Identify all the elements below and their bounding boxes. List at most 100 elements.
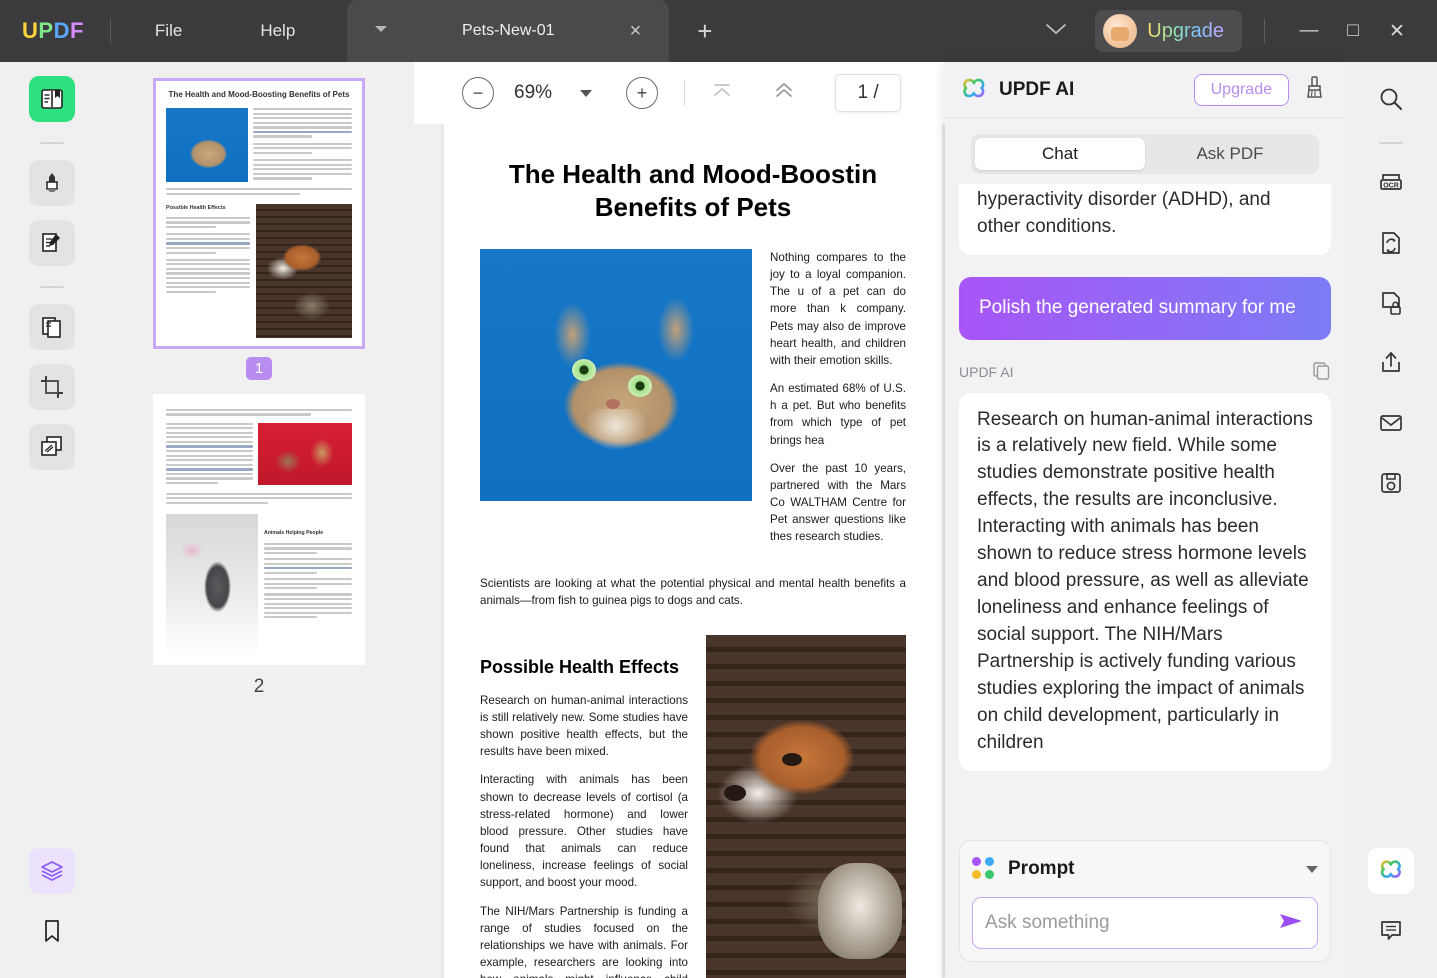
tab-title: Pets-New-01 [347, 22, 669, 40]
ai-upgrade-button[interactable]: Upgrade [1194, 74, 1289, 106]
tool-ocr[interactable]: OCR [1368, 160, 1414, 206]
tool-protect[interactable] [1368, 280, 1414, 326]
assistant-label-row: UPDF AI [959, 360, 1331, 385]
doc-paragraph: Interacting with animals has been shown … [480, 771, 688, 891]
prompt-dots-icon [972, 857, 996, 881]
new-tab-button[interactable]: + [697, 16, 712, 47]
document-tab[interactable]: Pets-New-01 × [347, 0, 669, 62]
sidebar-item-highlight[interactable] [29, 160, 75, 206]
assistant-message: kids who have autism, attention deficit … [959, 184, 1331, 255]
ai-message-list[interactable]: kids who have autism, attention deficit … [945, 184, 1345, 884]
thumb-title: The Health and Mood-Boosting Benefits of… [166, 89, 352, 101]
tab-chat[interactable]: Chat [975, 138, 1145, 170]
sidebar-item-crop[interactable] [29, 364, 75, 410]
page-up-icon[interactable] [773, 80, 795, 106]
copy-icon[interactable] [1311, 360, 1331, 385]
updf-ai-icon [959, 75, 989, 105]
layers-icon [39, 858, 65, 884]
ai-panel-header: UPDF AI Upgrade [945, 62, 1345, 118]
pdf-page-1: The Health and Mood-Boostin Benefits of … [444, 124, 942, 978]
book-reader-icon [39, 86, 65, 112]
sidebar-item-layers[interactable] [29, 848, 75, 894]
ai-panel: UPDF AI Upgrade Chat Ask PDF kids who ha… [945, 62, 1345, 978]
thumbnail-number-1: 1 [104, 357, 414, 380]
thumbnail-number-2: 2 [104, 673, 414, 701]
updf-logo: U P D F [22, 18, 84, 44]
tab-dropdown-icon[interactable] [375, 26, 387, 32]
logo-letter-p: P [38, 18, 53, 44]
doc-paragraph: The NIH/Mars Partnership is funding a ra… [480, 903, 688, 978]
jump-to-first-icon[interactable] [711, 80, 733, 106]
zoom-dropdown-icon[interactable] [580, 90, 592, 97]
maximize-button[interactable]: □ [1331, 20, 1375, 42]
zoom-out-button[interactable]: − [462, 77, 494, 109]
document-image-cat [480, 249, 752, 501]
tool-save[interactable] [1368, 460, 1414, 506]
logo-letter-f: F [70, 18, 84, 44]
thumbnail-page-2[interactable]: Animals Helping People [153, 394, 365, 665]
sidebar-item-edit[interactable] [29, 220, 75, 266]
page-title: The Health and Mood-Boostin Benefits of … [480, 158, 906, 223]
menu-file[interactable]: File [137, 15, 200, 47]
broom-clean-icon[interactable] [1303, 74, 1327, 105]
thumb-image-grey-cat [166, 514, 258, 654]
avatar [1103, 14, 1137, 48]
tool-comment[interactable] [1368, 908, 1414, 954]
thumb-image-cat [166, 108, 248, 182]
titlebar-right-group: Upgrade — □ ✕ [1045, 10, 1437, 52]
close-button[interactable]: ✕ [1375, 20, 1419, 43]
sidebar-item-redact[interactable] [29, 424, 75, 470]
chevron-down-icon[interactable] [1045, 21, 1067, 41]
search-input[interactable] [985, 912, 1269, 934]
thumb-image-dog-cat [256, 204, 352, 338]
prompt-label: Prompt [1008, 858, 1075, 880]
tool-ai[interactable] [1368, 848, 1414, 894]
ask-input-row[interactable] [972, 897, 1318, 949]
app-shell: The Health and Mood-Boosting Benefits of… [0, 62, 1437, 978]
logo-letter-d: D [54, 18, 70, 44]
page-copy-icon [39, 314, 65, 340]
share-upload-icon [1377, 349, 1405, 377]
thumbnail-panel[interactable]: The Health and Mood-Boosting Benefits of… [104, 62, 414, 978]
updf-ai-icon [1377, 857, 1405, 885]
close-icon[interactable]: × [630, 20, 642, 43]
document-image-dog-cat [706, 635, 906, 978]
sidebar-item-organize[interactable] [29, 304, 75, 350]
divider [110, 18, 111, 44]
tool-share[interactable] [1368, 340, 1414, 386]
menu-help[interactable]: Help [242, 15, 313, 47]
assistant-name: UPDF AI [959, 364, 1013, 380]
thumbnail-page-1[interactable]: The Health and Mood-Boosting Benefits of… [153, 78, 365, 349]
user-message: Polish the generated summary for me [959, 277, 1331, 340]
logo-letter-u: U [22, 18, 38, 44]
sidebar-item-bookmark[interactable] [29, 908, 75, 954]
tab-ask-pdf[interactable]: Ask PDF [1145, 138, 1315, 170]
divider [40, 286, 64, 288]
convert-document-icon [1377, 229, 1405, 257]
tool-email[interactable] [1368, 400, 1414, 446]
crop-icon [39, 374, 65, 400]
upgrade-button[interactable]: Upgrade [1095, 10, 1242, 52]
minimize-button[interactable]: — [1287, 20, 1331, 42]
svg-text:OCR: OCR [1383, 182, 1399, 189]
envelope-icon [1377, 409, 1405, 437]
prompt-box: Prompt [959, 840, 1331, 962]
page-number-input[interactable]: 1 / [835, 74, 901, 112]
zoom-in-button[interactable]: + [626, 77, 658, 109]
floppy-save-icon [1377, 469, 1405, 497]
bookmark-icon [40, 918, 64, 944]
prompt-header[interactable]: Prompt [972, 851, 1318, 887]
stack-pages-icon [39, 434, 65, 460]
doc-paragraph: An estimated 68% of U.S. h a pet. But wh… [770, 380, 906, 449]
chevron-down-icon[interactable] [1306, 866, 1318, 873]
tool-search[interactable] [1368, 76, 1414, 122]
marker-pen-icon [39, 170, 65, 196]
zoom-level: 69% [514, 82, 552, 104]
lock-document-icon [1377, 289, 1405, 317]
sidebar-item-reader[interactable] [29, 76, 75, 122]
tool-convert[interactable] [1368, 220, 1414, 266]
send-arrow-icon[interactable] [1277, 910, 1305, 937]
edit-document-icon [39, 230, 65, 256]
ai-tab-group: Chat Ask PDF [971, 134, 1319, 174]
left-toolbar [0, 62, 104, 978]
